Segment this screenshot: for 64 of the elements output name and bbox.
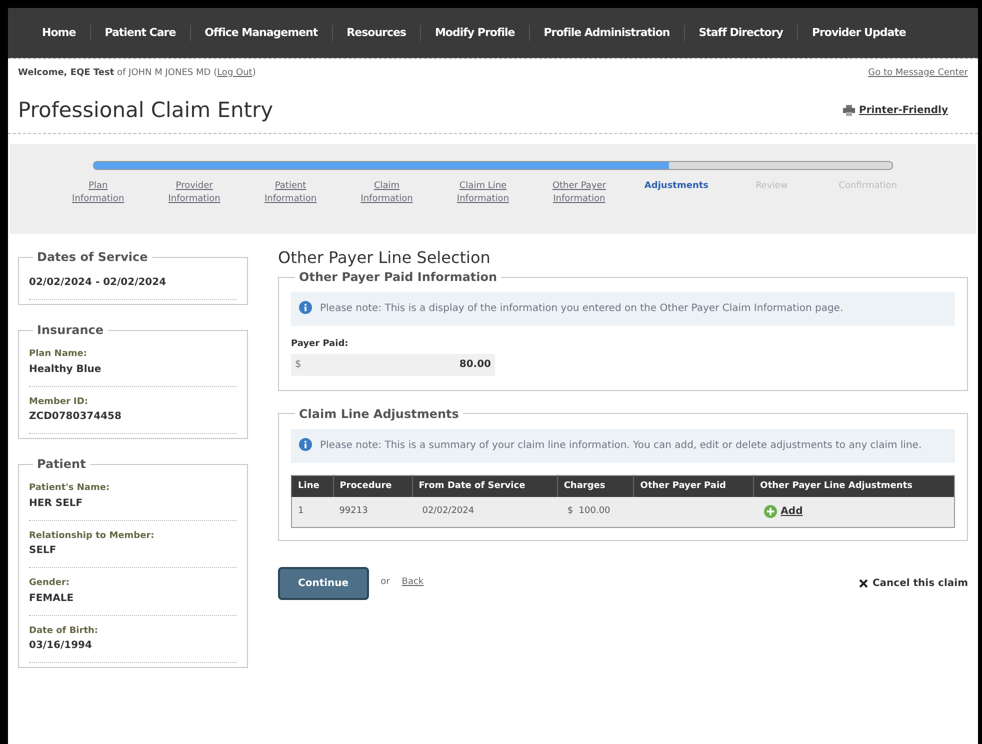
- column-header: From Date of Service: [412, 475, 558, 497]
- page-title: Professional Claim Entry: [18, 96, 274, 124]
- legend: Insurance: [33, 321, 108, 339]
- legend: Patient: [33, 455, 90, 473]
- progress-step[interactable]: Claim Information: [356, 180, 418, 206]
- or-text: or: [380, 576, 390, 590]
- progress-step[interactable]: Provider Information: [163, 180, 226, 206]
- column-header: Other Payer Line Adjustments: [754, 475, 954, 497]
- plus-circle-icon: [764, 505, 777, 518]
- field-value: ZCD0780374458: [29, 410, 122, 424]
- progress-step[interactable]: Adjustments: [644, 180, 706, 206]
- printer-friendly-link[interactable]: Printer-Friendly: [858, 103, 948, 118]
- info-icon: [299, 301, 312, 314]
- field-label: Plan Name:: [29, 348, 88, 361]
- nav-link[interactable]: Staff Directory: [684, 24, 797, 42]
- note-text: Please note: This is a summary of your claim line information. You can add, edit or delete adjustments to any claim line.: [320, 438, 922, 452]
- nav-link[interactable]: Profile Administration: [528, 24, 684, 42]
- table-cell: 02/02/2024: [412, 497, 558, 527]
- progress-step[interactable]: Claim Line Information: [452, 180, 514, 206]
- field-value: HER SELF: [29, 496, 84, 510]
- legend: Dates of Service: [33, 248, 152, 266]
- field-value: FEMALE: [29, 592, 75, 606]
- table-cell: $ 100.00: [557, 497, 634, 527]
- field-label: Patient's Name:: [29, 482, 111, 495]
- column-header: Other Payer Paid: [634, 475, 754, 497]
- field-value: Healthy Blue: [29, 362, 102, 376]
- close-icon: [859, 578, 868, 588]
- field-value: 03/16/1994: [29, 639, 93, 653]
- nav-link[interactable]: Patient Care: [90, 24, 190, 42]
- legend: Claim Line Adjustments: [295, 404, 463, 422]
- printer-icon: [842, 105, 855, 116]
- table-cell: 1: [292, 497, 334, 527]
- field-label: Payer Paid:: [291, 338, 350, 351]
- amount-value: 80.00: [459, 358, 491, 372]
- section-title: Other Payer Line Selection: [278, 248, 492, 268]
- back-link[interactable]: Back: [402, 576, 424, 590]
- add-link[interactable]: Add: [780, 504, 803, 520]
- message-center-link[interactable]: Go to Message Center: [868, 66, 968, 80]
- nav-link[interactable]: Office Management: [190, 24, 332, 42]
- progress-step[interactable]: Patient Information: [260, 180, 322, 206]
- field-label: Date of Birth:: [29, 624, 100, 638]
- legend: Other Payer Paid Information: [295, 268, 502, 286]
- column-header: Charges: [557, 475, 634, 497]
- nav-link[interactable]: Provider Update: [796, 24, 920, 42]
- field-label: Relationship to Member:: [29, 530, 156, 542]
- column-header: Line: [292, 475, 334, 497]
- field-value: SELF: [29, 544, 58, 558]
- cancel-claim-link[interactable]: Cancel this claim: [872, 576, 968, 590]
- progress-step[interactable]: Other Payer Information: [548, 180, 610, 206]
- progress-step[interactable]: Plan Information: [67, 180, 130, 206]
- field-label: Gender:: [29, 577, 70, 590]
- note-text: Please note: This is a display of the information you entered on the Other Payer Claim Information page.: [320, 302, 844, 316]
- column-header: Procedure: [333, 475, 412, 497]
- info-icon: [299, 438, 312, 450]
- nav-link[interactable]: Modify Profile: [420, 24, 529, 42]
- field-label: Member ID:: [29, 396, 89, 408]
- currency-symbol: $: [295, 358, 302, 372]
- welcome-text: Welcome, EQE Test of JOHN M JONES MD (Log Out): [18, 66, 256, 80]
- nav-link[interactable]: Resources: [332, 24, 420, 42]
- table-cell: 99213: [333, 497, 412, 527]
- continue-button[interactable]: Continue: [278, 566, 369, 600]
- field-value: 02/02/2024 - 02/02/2024: [29, 276, 168, 290]
- nav-link[interactable]: Home: [28, 24, 90, 42]
- logout-link[interactable]: Log Out: [217, 68, 252, 78]
